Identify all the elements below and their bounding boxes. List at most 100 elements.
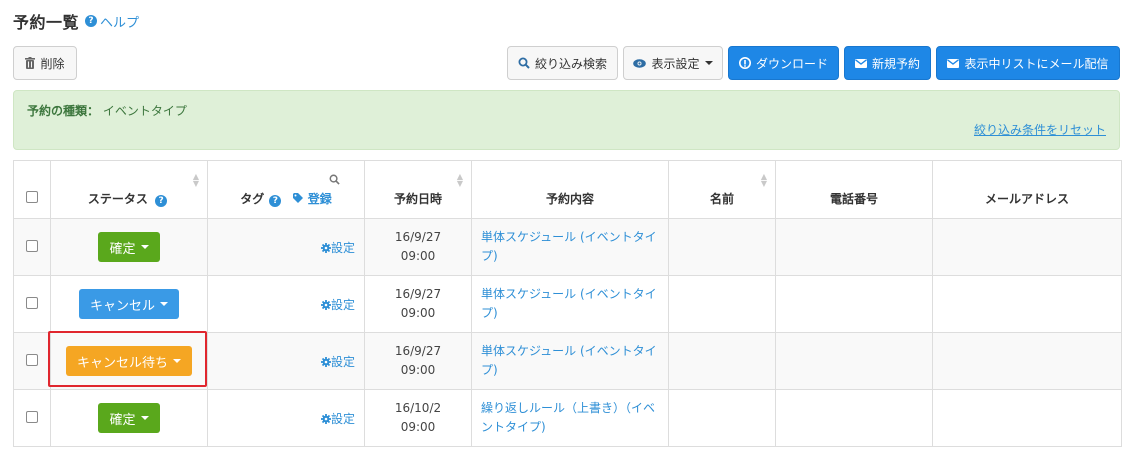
content-cell: 単体スケジュール (イベントタイプ) xyxy=(471,275,669,333)
display-settings-button[interactable]: 表示設定 xyxy=(623,46,723,80)
select-all-checkbox[interactable] xyxy=(26,191,38,203)
download-label: ダウンロード xyxy=(755,56,828,71)
reservation-time: 09:00 xyxy=(400,363,436,377)
tag-settings-link[interactable]: 設定 xyxy=(208,296,364,313)
tag-cell: 設定 xyxy=(207,332,365,390)
trash-icon xyxy=(25,57,36,69)
chevron-down-icon xyxy=(160,302,168,306)
filter-condition-label: 予約の種類： xyxy=(27,104,100,118)
help-label: ヘルプ xyxy=(100,15,140,31)
reservation-date: 16/9/27 xyxy=(394,287,442,301)
reservation-content-link[interactable]: 単体スケジュール (イベントタイプ) xyxy=(472,228,668,266)
tag-settings-link[interactable]: 設定 xyxy=(208,410,364,427)
gear-icon xyxy=(320,412,331,426)
content-cell: 単体スケジュール (イベントタイプ) xyxy=(471,332,669,390)
reservation-content-link[interactable]: 単体スケジュール (イベントタイプ) xyxy=(472,342,668,380)
column-content: 予約内容 xyxy=(471,160,669,219)
status-cell: キャンセル待ち xyxy=(50,332,208,390)
column-email: メールアドレス xyxy=(932,160,1122,219)
status-dropdown[interactable]: 確定 xyxy=(98,403,160,433)
column-tag: タグ ? 登録 xyxy=(207,160,365,219)
reservation-time: 09:00 xyxy=(400,306,436,320)
status-dropdown[interactable]: 確定 xyxy=(98,232,160,262)
email-cell xyxy=(932,389,1122,447)
row-checkbox[interactable] xyxy=(26,296,38,309)
reservation-date: 16/9/27 xyxy=(394,344,442,358)
tag-cell: 設定 xyxy=(207,275,365,333)
page-header: 予約一覧 ? ヘルプ xyxy=(13,9,139,33)
table-row: キャンセル待ち 設定 16/9/27 09:00 単体スケジュール (イベントタイプ) xyxy=(13,332,1122,390)
help-icon[interactable]: ? xyxy=(269,195,282,208)
name-cell xyxy=(668,389,776,447)
new-reservation-label: 新規予約 xyxy=(871,56,920,71)
mail-list-button[interactable]: 表示中リストにメール配信 xyxy=(936,46,1120,80)
row-select-cell xyxy=(13,218,51,276)
content-cell: 単体スケジュール (イベントタイプ) xyxy=(471,218,669,276)
envelope-icon xyxy=(947,58,960,68)
sort-icon[interactable]: ▲ ▼ xyxy=(457,173,463,188)
column-phone: 電話番号 xyxy=(775,160,933,219)
row-select-cell xyxy=(13,275,51,333)
tag-settings-link[interactable]: 設定 xyxy=(208,353,364,370)
filter-search-label: 絞り込み検索 xyxy=(534,56,607,71)
reservation-date: 16/9/27 xyxy=(394,230,442,244)
column-phone-label: 電話番号 xyxy=(829,192,878,206)
new-reservation-button[interactable]: 新規予約 xyxy=(844,46,931,80)
email-cell xyxy=(932,332,1122,390)
display-settings-label: 表示設定 xyxy=(651,56,700,71)
table-row: 確定 設定 16/9/27 09:00 単体スケジュール (イベントタイプ) xyxy=(13,218,1122,276)
date-cell: 16/9/27 09:00 xyxy=(364,275,472,333)
envelope-icon xyxy=(854,58,867,68)
status-dropdown[interactable]: キャンセル xyxy=(78,289,179,319)
sort-icon[interactable]: ▲ ▼ xyxy=(761,173,767,188)
column-date-label: 予約日時 xyxy=(393,192,442,206)
row-checkbox[interactable] xyxy=(26,353,38,366)
tag-settings-label: 設定 xyxy=(330,354,355,369)
reservation-time: 09:00 xyxy=(400,249,436,263)
reservation-time: 09:00 xyxy=(400,420,436,434)
select-all-cell xyxy=(13,160,51,219)
row-checkbox[interactable] xyxy=(26,239,38,252)
reset-filter-link[interactable]: 絞り込み条件をリセット xyxy=(974,121,1106,138)
column-email-label: メールアドレス xyxy=(984,192,1069,206)
filter-condition: 予約の種類： イベントタイプ xyxy=(27,102,187,119)
chevron-down-icon xyxy=(173,359,181,363)
gear-icon xyxy=(320,298,331,312)
phone-cell xyxy=(775,389,933,447)
table-row: キャンセル 設定 16/9/27 09:00 単体スケジュール (イベントタイプ) xyxy=(13,275,1122,333)
filter-condition-panel: 予約の種類： イベントタイプ 絞り込み条件をリセット xyxy=(13,90,1120,150)
tag-settings-label: 設定 xyxy=(330,240,355,255)
column-date[interactable]: 予約日時 ▲ ▼ xyxy=(364,160,472,219)
column-name[interactable]: 名前 ▲ ▼ xyxy=(668,160,776,219)
tag-cell: 設定 xyxy=(207,218,365,276)
tag-cell: 設定 xyxy=(207,389,365,447)
delete-button[interactable]: 削除 xyxy=(13,46,77,80)
filter-condition-value: イベントタイプ xyxy=(102,104,187,118)
search-icon[interactable] xyxy=(329,174,340,188)
reservation-content-link[interactable]: 繰り返しルール（上書き）（イベントタイプ) xyxy=(472,399,668,437)
filter-search-button[interactable]: 絞り込み検索 xyxy=(507,46,618,80)
status-dropdown[interactable]: キャンセル待ち xyxy=(65,346,192,376)
row-select-cell xyxy=(13,389,51,447)
row-checkbox[interactable] xyxy=(26,410,38,423)
tag-register-label: 登録 xyxy=(307,191,332,206)
tag-settings-link[interactable]: 設定 xyxy=(208,239,364,256)
download-button[interactable]: ダウンロード xyxy=(728,46,839,80)
tag-register-link[interactable]: 登録 xyxy=(292,191,332,206)
status-cell: キャンセル xyxy=(50,275,208,333)
search-icon xyxy=(518,57,530,69)
name-cell xyxy=(668,218,776,276)
help-icon[interactable]: ? xyxy=(155,195,168,208)
reservation-date: 16/10/2 xyxy=(394,401,442,415)
help-link[interactable]: ? ヘルプ xyxy=(85,12,139,31)
delete-label: 削除 xyxy=(40,56,65,71)
row-select-cell xyxy=(13,332,51,390)
sort-icon[interactable]: ▲ ▼ xyxy=(193,173,199,188)
tag-icon xyxy=(292,192,308,206)
column-status-label: ステータス xyxy=(87,191,148,206)
chevron-down-icon xyxy=(140,416,149,420)
column-status[interactable]: ステータス ? ▲ ▼ xyxy=(50,160,208,219)
column-content-label: 予約内容 xyxy=(545,192,594,206)
reservation-content-link[interactable]: 単体スケジュール (イベントタイプ) xyxy=(472,285,668,323)
phone-cell xyxy=(775,218,933,276)
